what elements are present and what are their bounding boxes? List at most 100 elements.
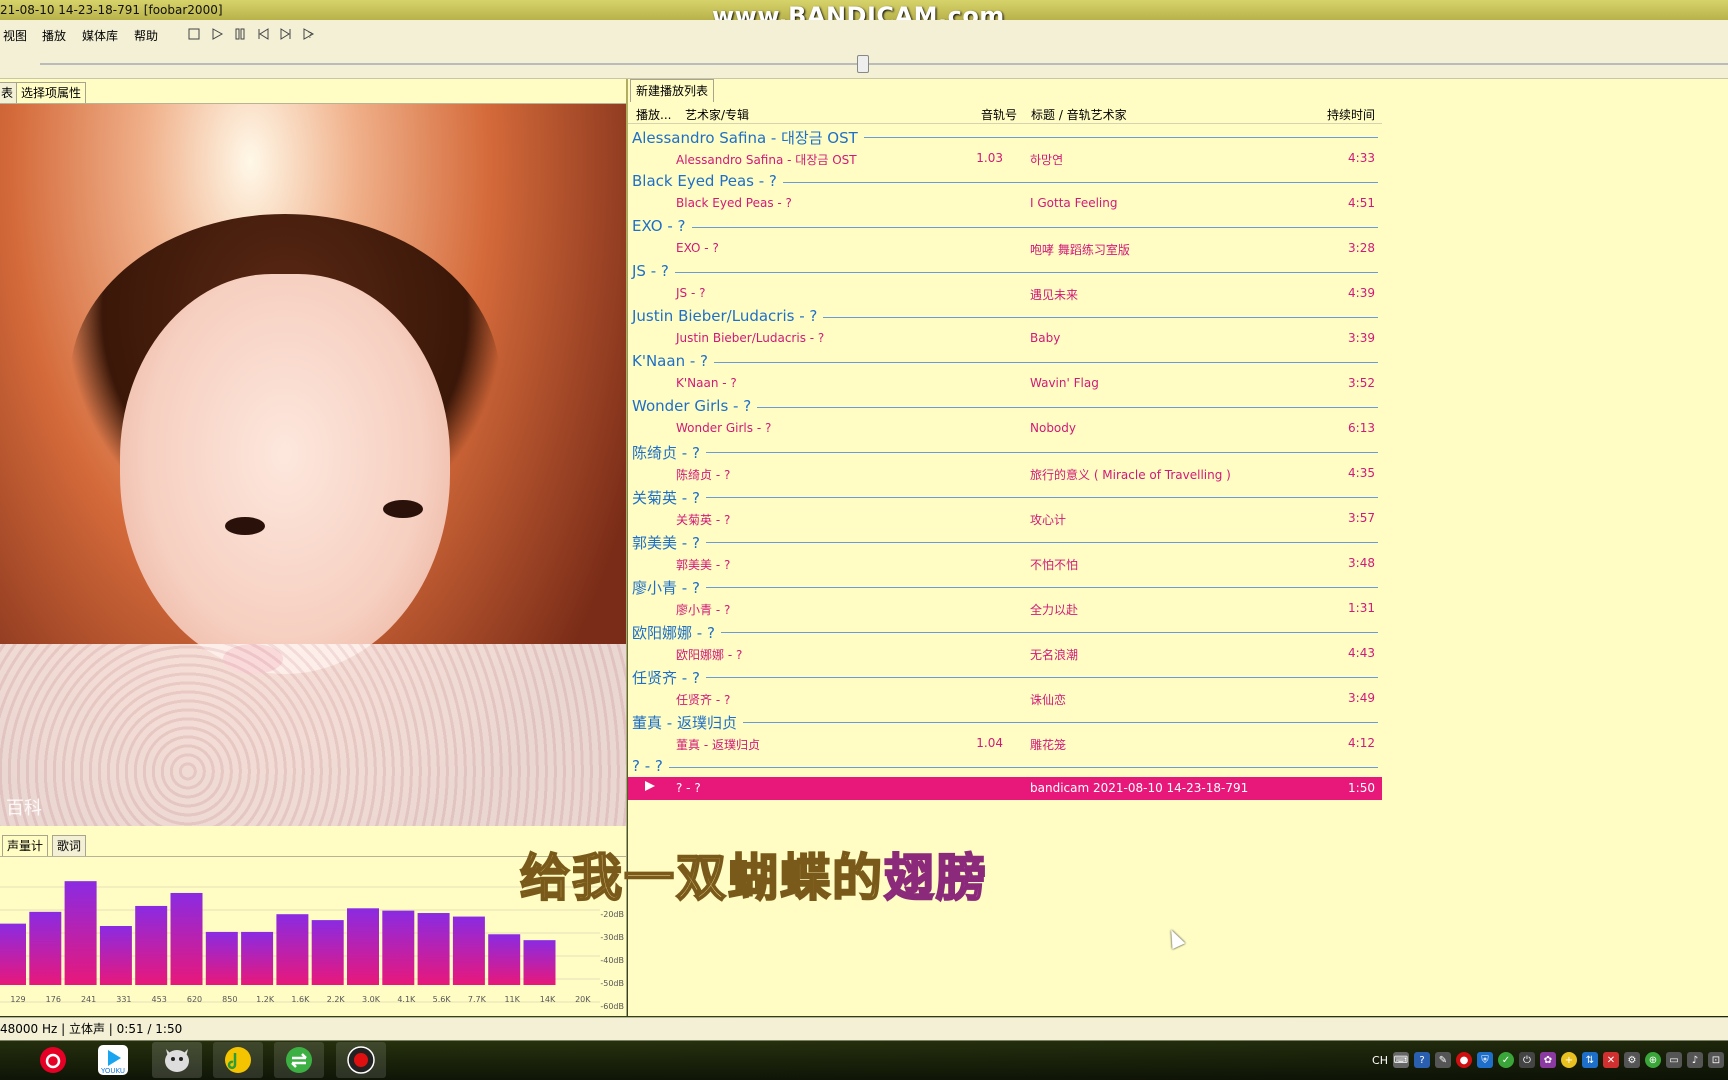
seek-track[interactable] bbox=[40, 63, 1728, 65]
playlist-row[interactable]: JS - ? 遇见未来 4:39 bbox=[628, 282, 1382, 305]
svg-text:?: ? bbox=[308, 31, 312, 40]
track-artist-album: 廖小青 - ? bbox=[676, 603, 731, 617]
playlist-group-header[interactable]: Wonder Girls - ? bbox=[628, 395, 1382, 417]
track-duration: 3:57 bbox=[1348, 511, 1375, 525]
playlist-group-header[interactable]: 廖小青 - ? bbox=[628, 575, 1382, 598]
col-title-artist[interactable]: 标题 / 音轨艺术家 bbox=[1031, 106, 1127, 123]
group-label: Black Eyed Peas - ? bbox=[632, 172, 783, 190]
playlist-group-header[interactable]: Black Eyed Peas - ? bbox=[628, 170, 1382, 192]
playlist-group-header[interactable]: 郭美美 - ? bbox=[628, 530, 1382, 553]
spectrum-bar bbox=[311, 920, 344, 985]
green-tray-icon[interactable]: ⊕ bbox=[1645, 1052, 1661, 1068]
shield-icon[interactable]: ⛨ bbox=[1477, 1052, 1493, 1068]
group-label: 陈绮贞 - ? bbox=[632, 442, 706, 463]
qq-music-icon[interactable] bbox=[213, 1042, 263, 1078]
playlist-row[interactable]: Black Eyed Peas - ? I Gotta Feeling 4:51 bbox=[628, 192, 1382, 215]
playlist-row[interactable]: Alessandro Safina - 대장금 OST 1.03 하망연 4:33 bbox=[628, 147, 1382, 170]
notification-icon[interactable]: ⊡ bbox=[1708, 1052, 1724, 1068]
col-track-number[interactable]: 音轨号 bbox=[981, 106, 1017, 123]
playlist-row[interactable]: 董真 - 返璞归贞 1.04 雕花笼 4:12 bbox=[628, 732, 1382, 755]
playlist-row[interactable]: EXO - ? 咆哮 舞蹈练习室版 3:28 bbox=[628, 237, 1382, 260]
spectrum-freq-label: 850 bbox=[222, 995, 237, 1004]
speaker-icon[interactable]: ♪ bbox=[1687, 1052, 1703, 1068]
menu-view[interactable]: 视图 bbox=[3, 27, 27, 44]
playlist-group-header[interactable]: 董真 - 返璞归贞 bbox=[628, 710, 1382, 733]
spectrum-freq-label: 241 bbox=[81, 995, 96, 1004]
playlist-group-header[interactable]: 欧阳娜娜 - ? bbox=[628, 620, 1382, 643]
playlist-group-header[interactable]: 关菊英 - ? bbox=[628, 485, 1382, 508]
network-icon[interactable]: ⇅ bbox=[1582, 1052, 1598, 1068]
record-icon[interactable]: ● bbox=[1456, 1052, 1472, 1068]
keyboard-icon[interactable]: ⌨ bbox=[1393, 1052, 1409, 1068]
tools-icon[interactable]: ⚙ bbox=[1624, 1052, 1640, 1068]
group-label: 关菊英 - ? bbox=[632, 487, 706, 508]
col-duration[interactable]: 持续时间 bbox=[1327, 106, 1375, 123]
taskbar: YOUKU CH ⌨ ? ✎ ● ⛨ ✓ ⏻ ✿ + ⇅ ✕ ⚙ ⊕ ▭ ♪ ⊡ bbox=[0, 1040, 1728, 1080]
seek-thumb[interactable] bbox=[857, 55, 869, 73]
tab-new-playlist[interactable]: 新建播放列表 bbox=[630, 79, 715, 102]
menu-help[interactable]: 帮助 bbox=[134, 27, 158, 44]
playlist-row[interactable]: 陈绮贞 - ? 旅行的意义 ( Miracle of Travelling ) 4:… bbox=[628, 462, 1382, 485]
pen-icon[interactable]: ✎ bbox=[1435, 1052, 1451, 1068]
language-indicator[interactable]: CH bbox=[1372, 1054, 1388, 1067]
menu-playback[interactable]: 播放 bbox=[42, 27, 66, 44]
playlist-row[interactable]: 任贤齐 - ? 诛仙恋 3:49 bbox=[628, 687, 1382, 710]
playlist-row[interactable]: 郭美美 - ? 不怕不怕 3:48 bbox=[628, 552, 1382, 575]
bandicam-icon[interactable] bbox=[336, 1042, 386, 1078]
youku-icon[interactable]: YOUKU bbox=[88, 1042, 138, 1078]
foobar-icon[interactable] bbox=[152, 1042, 202, 1078]
track-duration: 3:49 bbox=[1348, 691, 1375, 705]
col-artist-album[interactable]: 艺术家/专辑 bbox=[685, 106, 749, 123]
lyric-overlay: 给我一双蝴蝶的翅膀 bbox=[519, 838, 988, 910]
playlist-group-header[interactable]: ? - ? bbox=[628, 755, 1382, 777]
add-icon[interactable]: + bbox=[1561, 1052, 1577, 1068]
playlist-group-header[interactable]: EXO - ? bbox=[628, 215, 1382, 237]
track-artist-album: K'Naan - ? bbox=[676, 376, 737, 390]
next-icon[interactable] bbox=[277, 25, 295, 43]
playlist-row-playing[interactable]: ? - ? bandicam 2021-08-10 14-23-18-791 1:5… bbox=[628, 777, 1382, 800]
green-app-icon[interactable] bbox=[274, 1042, 324, 1078]
album-art-eye-left bbox=[225, 517, 265, 535]
track-artist-album: 欧阳娜娜 - ? bbox=[676, 648, 743, 662]
track-artist-album: Wonder Girls - ? bbox=[676, 421, 772, 435]
seek-bar[interactable] bbox=[0, 48, 1728, 79]
app-tray-icon[interactable]: ✿ bbox=[1540, 1052, 1556, 1068]
track-artist-album: 董真 - 返璞归贞 bbox=[676, 738, 760, 752]
power-icon[interactable]: ⏻ bbox=[1519, 1052, 1535, 1068]
playlist-group-header[interactable]: Justin Bieber/Ludacris - ? bbox=[628, 305, 1382, 327]
previous-icon[interactable] bbox=[254, 25, 272, 43]
playlist-row[interactable]: Justin Bieber/Ludacris - ? Baby 3:39 bbox=[628, 327, 1382, 350]
playlist-group-header[interactable]: 陈绮贞 - ? bbox=[628, 440, 1382, 463]
playlist-row[interactable]: 欧阳娜娜 - ? 无名浪潮 4:43 bbox=[628, 642, 1382, 665]
security-icon[interactable]: ✓ bbox=[1498, 1052, 1514, 1068]
group-label: 郭美美 - ? bbox=[632, 532, 706, 553]
stop-icon[interactable] bbox=[185, 25, 203, 43]
menu-library[interactable]: 媒体库 bbox=[82, 27, 118, 44]
tab-volume-meter[interactable]: 声量计 bbox=[2, 835, 49, 856]
volume-muted-icon[interactable]: ✕ bbox=[1603, 1052, 1619, 1068]
playlist-row[interactable]: K'Naan - ? Wavin' Flag 3:52 bbox=[628, 372, 1382, 395]
random-icon[interactable]: ? bbox=[300, 25, 318, 43]
help-icon[interactable]: ? bbox=[1414, 1052, 1430, 1068]
playlist-rows: Alessandro Safina - 대장금 OST Alessandro Sa… bbox=[628, 125, 1382, 800]
playlist-row[interactable]: 廖小青 - ? 全力以赴 1:31 bbox=[628, 597, 1382, 620]
track-number: 1.04 bbox=[976, 736, 1003, 750]
spectrum-freq-label: 20K bbox=[575, 995, 591, 1004]
playlist-row[interactable]: 关菊英 - ? 攻心计 3:57 bbox=[628, 507, 1382, 530]
tab-lyrics[interactable]: 歌词 bbox=[52, 835, 87, 856]
netease-music-icon[interactable] bbox=[28, 1042, 78, 1078]
pause-icon[interactable] bbox=[231, 25, 249, 43]
playlist-group-header[interactable]: JS - ? bbox=[628, 260, 1382, 282]
playlist-row[interactable]: Wonder Girls - ? Nobody 6:13 bbox=[628, 417, 1382, 440]
playlist-group-header[interactable]: 任贤齐 - ? bbox=[628, 665, 1382, 688]
status-text: 48000 Hz | 立体声 | 0:51 / 1:50 bbox=[0, 1022, 183, 1036]
group-label: 欧阳娜娜 - ? bbox=[632, 622, 721, 643]
track-duration: 4:51 bbox=[1348, 196, 1375, 210]
playlist-group-header[interactable]: K'Naan - ? bbox=[628, 350, 1382, 372]
col-playing[interactable]: 播放... bbox=[636, 106, 671, 123]
play-icon[interactable] bbox=[208, 25, 226, 43]
battery-icon[interactable]: ▭ bbox=[1666, 1052, 1682, 1068]
track-artist-album: 任贤齐 - ? bbox=[676, 693, 731, 707]
playlist-group-header[interactable]: Alessandro Safina - 대장금 OST bbox=[628, 125, 1382, 148]
tab-selection-properties[interactable]: 选择项属性 bbox=[16, 82, 87, 103]
